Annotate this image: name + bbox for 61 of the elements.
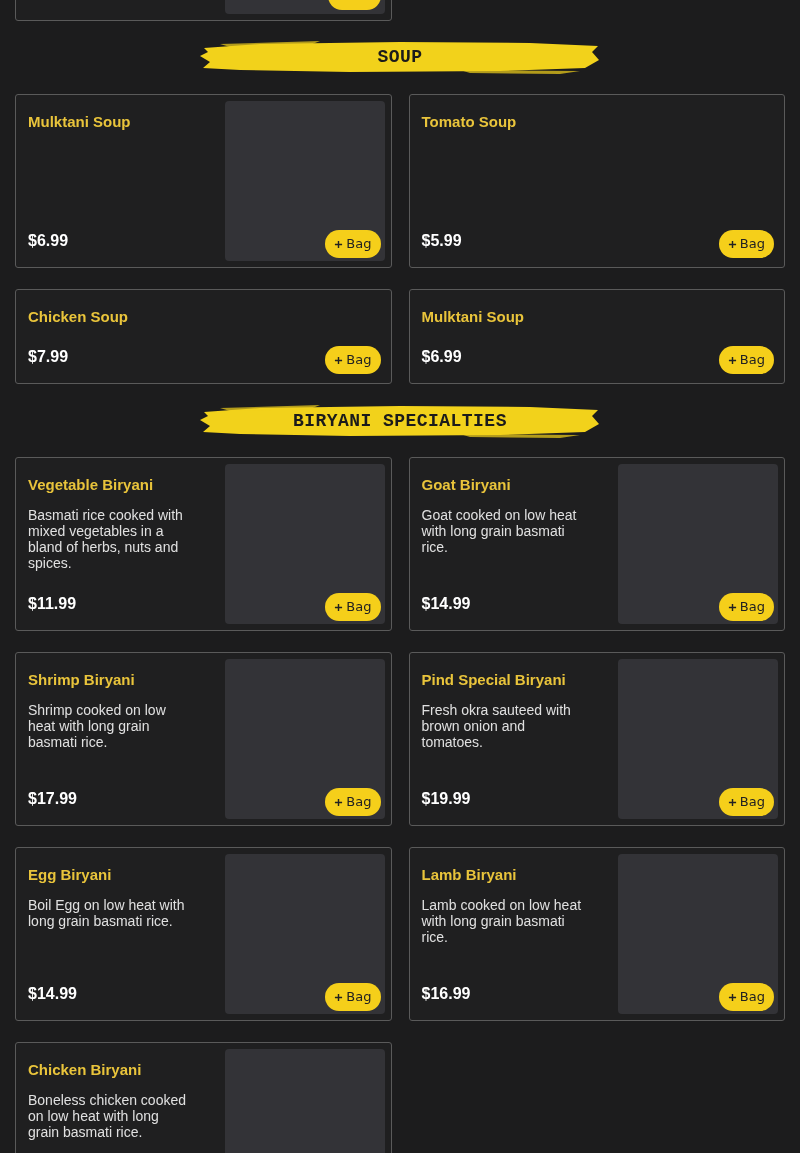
item-description: Fresh okra sauteed with brown onion and tomatoes. (421, 702, 572, 750)
bag-button[interactable]: Bag (718, 230, 774, 258)
menu-card[interactable]: Pind Special Biryani Fresh okra sauteed with brown onion and tomatoes. $19.99 Bag (408, 652, 785, 826)
item-name: Lamb Biryani (421, 865, 518, 885)
menu-card[interactable]: Vegetable Biryani Basmati rice cooked with mixed vegetables in a bland of herbs, nuts and spices. $11.99 Bag (15, 457, 392, 631)
item-description: Boneless chicken cooked on low heat with long grain basmati rice. (28, 1092, 187, 1140)
plus-icon (727, 797, 737, 807)
plus-icon (334, 239, 344, 249)
plus-icon (727, 239, 737, 249)
item-name: Chicken Biryani (28, 1060, 143, 1080)
item-name: Pind Special Biryani (421, 670, 567, 690)
item-name: Mulktani Soup (28, 112, 132, 132)
item-price: $19.99 (421, 789, 471, 809)
menu-card[interactable]: Chicken Biryani Boneless chicken cooked on low heat with long grain basmati rice. (15, 1042, 392, 1153)
item-name: Shrimp Biryani (28, 670, 136, 690)
item-price: $17.99 (28, 789, 77, 809)
menu-card[interactable]: Mulktani Soup $6.99 Bag (15, 94, 392, 268)
menu-card[interactable]: Chicken Soup $7.99 Bag (15, 289, 392, 384)
menu-card[interactable]: Mulktani Soup $6.99 Bag (408, 289, 785, 384)
item-price: $7.99 (28, 347, 69, 367)
plus-icon (727, 355, 737, 365)
item-price: $14.99 (28, 984, 77, 1004)
bag-button[interactable]: Bag (718, 593, 774, 621)
bag-button[interactable]: Bag (325, 230, 381, 258)
item-description: Shrimp cooked on low heat with long grain basmati rice. (28, 702, 167, 750)
item-description: Goat cooked on low heat with long grain basmati rice. (421, 507, 578, 555)
bag-button[interactable]: Bag (325, 983, 381, 1011)
plus-icon (334, 797, 344, 807)
plus-icon (334, 992, 344, 1002)
bag-button[interactable]: Bag (718, 983, 774, 1011)
plus-icon (727, 992, 737, 1002)
section-title: BIRYANI SPECIALTIES (293, 409, 507, 433)
bag-button[interactable]: Bag (718, 788, 774, 816)
item-description: Lamb cooked on low heat with long grain basmati rice. (421, 897, 583, 945)
plus-icon (334, 602, 344, 612)
plus-icon (727, 602, 737, 612)
menu-card[interactable]: Shrimp Biryani Shrimp cooked on low heat with long grain basmati rice. $17.99 Bag (15, 652, 392, 826)
item-name: Chicken Soup (28, 307, 129, 327)
bag-button[interactable]: Bag (325, 346, 381, 374)
item-name: Tomato Soup (421, 112, 518, 132)
menu-card[interactable]: Egg Biryani Boil Egg on low heat with long grain basmati rice. $14.99 Bag (15, 847, 392, 1021)
item-price: $14.99 (421, 594, 471, 614)
item-name: Egg Biryani (28, 865, 113, 885)
bag-button[interactable]: Bag (325, 788, 381, 816)
menu-card[interactable]: Tomato Soup $5.99 Bag (408, 94, 785, 268)
menu-card[interactable]: Lamb Biryani Lamb cooked on low heat with long grain basmati rice. $16.99 Bag (408, 847, 785, 1021)
menu-card[interactable]: Goat Biryani Goat cooked on low heat with long grain basmati rice. $14.99 Bag (408, 457, 785, 631)
item-price: $16.99 (421, 984, 471, 1004)
item-name: Mulktani Soup (421, 307, 525, 327)
item-name: Vegetable Biryani (28, 475, 155, 495)
plus-icon (334, 355, 344, 365)
item-price: $11.99 (28, 594, 77, 614)
bag-button[interactable]: Bag (718, 346, 774, 374)
item-description: Boil Egg on low heat with long grain basmati rice. (28, 897, 186, 929)
item-price: $6.99 (28, 231, 69, 251)
item-name: Goat Biryani (421, 475, 512, 495)
section-title: SOUP (377, 45, 423, 69)
item-price: $6.99 (421, 347, 462, 367)
item-price: $5.99 (421, 231, 462, 251)
item-description: Basmati rice cooked with mixed vegetables in a bland of herbs, nuts and spices. (28, 507, 184, 571)
bag-button[interactable]: Bag (325, 593, 381, 621)
